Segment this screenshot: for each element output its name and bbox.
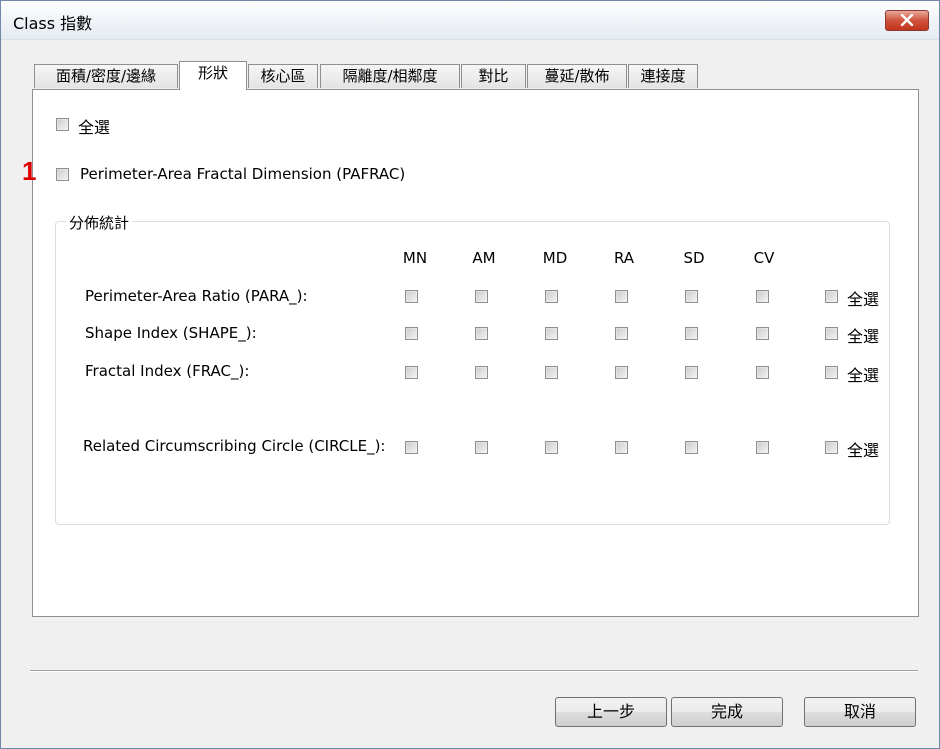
para-md-checkbox[interactable] [545, 290, 558, 303]
col-header-cv: CV [753, 249, 775, 267]
para-select-all-checkbox[interactable] [825, 290, 838, 303]
frac-sd-checkbox[interactable] [685, 366, 698, 379]
shape-sd-checkbox[interactable] [685, 327, 698, 340]
shape-am-checkbox[interactable] [475, 327, 488, 340]
para-ra-checkbox[interactable] [615, 290, 628, 303]
frac-mn-checkbox[interactable] [405, 366, 418, 379]
circle-md-checkbox[interactable] [545, 441, 558, 454]
shape-select-all-label: 全選 [847, 327, 880, 346]
shape-ra-checkbox[interactable] [615, 327, 628, 340]
close-button[interactable] [885, 10, 929, 31]
col-header-mn: MN [402, 249, 428, 267]
circle-ra-checkbox[interactable] [615, 441, 628, 454]
circle-select-all-checkbox[interactable] [825, 441, 838, 454]
para-cv-checkbox[interactable] [756, 290, 769, 303]
para-am-checkbox[interactable] [475, 290, 488, 303]
para-select-all-label: 全選 [847, 290, 880, 309]
shape-mn-checkbox[interactable] [405, 327, 418, 340]
group-title: 分佈統計 [66, 212, 133, 233]
shape-cv-checkbox[interactable] [756, 327, 769, 340]
tab-contrast[interactable]: 對比 [461, 64, 526, 88]
shape-select-all-checkbox[interactable] [825, 327, 838, 340]
window-title: Class 指數 [13, 14, 93, 33]
frac-select-all-checkbox[interactable] [825, 366, 838, 379]
shape-md-checkbox[interactable] [545, 327, 558, 340]
back-button[interactable]: 上一步 [555, 697, 667, 727]
tab-contagion-interspersion[interactable]: 蔓延/散佈 [527, 64, 627, 88]
para-mn-checkbox[interactable] [405, 290, 418, 303]
frac-cv-checkbox[interactable] [756, 366, 769, 379]
frac-ra-checkbox[interactable] [615, 366, 628, 379]
circle-cv-checkbox[interactable] [756, 441, 769, 454]
row-label-circle: Related Circumscribing Circle (CIRCLE_): [83, 437, 386, 455]
col-header-md: MD [542, 249, 568, 267]
frac-md-checkbox[interactable] [545, 366, 558, 379]
tab-connectivity[interactable]: 連接度 [628, 64, 698, 88]
circle-mn-checkbox[interactable] [405, 441, 418, 454]
para-sd-checkbox[interactable] [685, 290, 698, 303]
col-header-ra: RA [613, 249, 635, 267]
row-label-para: Perimeter-Area Ratio (PARA_): [85, 287, 308, 305]
tab-isolation-proximity[interactable]: 隔離度/相鄰度 [320, 64, 460, 88]
footer-separator [30, 670, 918, 672]
circle-sd-checkbox[interactable] [685, 441, 698, 454]
tab-area-density-edge[interactable]: 面積/密度/邊緣 [34, 64, 178, 88]
frac-am-checkbox[interactable] [475, 366, 488, 379]
title-bar: Class 指數 [1, 1, 939, 40]
tab-core-area[interactable]: 核心區 [248, 64, 318, 88]
tab-shape[interactable]: 形狀 [179, 61, 247, 90]
circle-am-checkbox[interactable] [475, 441, 488, 454]
pafrac-checkbox[interactable] [56, 168, 69, 181]
row-label-shape: Shape Index (SHAPE_): [85, 324, 257, 342]
row-label-frac: Fractal Index (FRAC_): [85, 362, 250, 380]
circle-select-all-label: 全選 [847, 441, 880, 460]
select-all-checkbox[interactable] [56, 118, 69, 131]
col-header-am: AM [472, 249, 496, 267]
annotation-marker: 1 [22, 156, 37, 186]
finish-button[interactable]: 完成 [671, 697, 783, 727]
frac-select-all-label: 全選 [847, 366, 880, 385]
select-all-label: 全選 [78, 118, 111, 137]
col-header-sd: SD [683, 249, 705, 267]
pafrac-label: Perimeter-Area Fractal Dimension (PAFRAC… [80, 165, 406, 183]
cancel-button[interactable]: 取消 [804, 697, 916, 727]
